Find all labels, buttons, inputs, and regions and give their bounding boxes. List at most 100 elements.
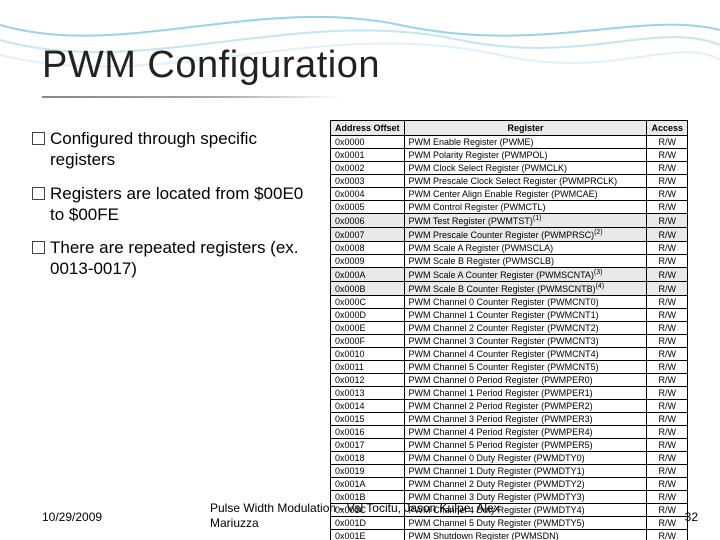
table-row: 0x001EPWM Shutdown Register (PWMSDN)R/W [331, 530, 688, 540]
table-row: 0x0015PWM Channel 3 Period Register (PWM… [331, 413, 688, 426]
bullet-item: Registers are located from $00E0 to $00F… [32, 183, 322, 226]
cell-access: R/W [647, 282, 688, 296]
table-row: 0x0008PWM Scale A Register (PWMSCLA)R/W [331, 242, 688, 255]
cell-address: 0x0007 [331, 228, 405, 242]
cell-address: 0x0003 [331, 175, 405, 188]
cell-register: PWM Enable Register (PWME) [404, 136, 647, 149]
table-row: 0x0018PWM Channel 0 Duty Register (PWMDT… [331, 452, 688, 465]
cell-access: R/W [647, 426, 688, 439]
cell-address: 0x0014 [331, 400, 405, 413]
cell-address: 0x0008 [331, 242, 405, 255]
slide-number: 32 [685, 510, 698, 524]
table-row: 0x0012PWM Channel 0 Period Register (PWM… [331, 374, 688, 387]
cell-access: R/W [647, 175, 688, 188]
cell-access: R/W [647, 504, 688, 517]
cell-address: 0x0009 [331, 255, 405, 268]
cell-address: 0x0004 [331, 188, 405, 201]
cell-address: 0x0001 [331, 149, 405, 162]
table-row: 0x0013PWM Channel 1 Period Register (PWM… [331, 387, 688, 400]
cell-register: PWM Scale A Register (PWMSCLA) [404, 242, 647, 255]
col-header-address: Address Offset [331, 121, 405, 136]
table-row: 0x000DPWM Channel 1 Counter Register (PW… [331, 309, 688, 322]
table-row: 0x0014PWM Channel 2 Period Register (PWM… [331, 400, 688, 413]
cell-access: R/W [647, 136, 688, 149]
cell-access: R/W [647, 296, 688, 309]
cell-access: R/W [647, 255, 688, 268]
footer-date: 10/29/2009 [42, 510, 102, 524]
cell-register: PWM Channel 0 Duty Register (PWMDTY0) [404, 452, 647, 465]
table-row: 0x0003PWM Prescale Clock Select Register… [331, 175, 688, 188]
cell-register: PWM Channel 1 Counter Register (PWMCNT1) [404, 309, 647, 322]
cell-access: R/W [647, 478, 688, 491]
cell-address: 0x0016 [331, 426, 405, 439]
table-row: 0x0006PWM Test Register (PWMTST)(1)R/W [331, 214, 688, 228]
cell-access: R/W [647, 400, 688, 413]
cell-address: 0x0000 [331, 136, 405, 149]
cell-access: R/W [647, 162, 688, 175]
cell-access: R/W [647, 149, 688, 162]
cell-access: R/W [647, 322, 688, 335]
table-row: 0x001APWM Channel 2 Duty Register (PWMDT… [331, 478, 688, 491]
table-row: 0x0005PWM Control Register (PWMCTL)R/W [331, 201, 688, 214]
cell-access: R/W [647, 530, 688, 540]
table-row: 0x0016PWM Channel 4 Period Register (PWM… [331, 426, 688, 439]
cell-register: PWM Center Align Enable Register (PWMCAE… [404, 188, 647, 201]
cell-register: PWM Channel 0 Period Register (PWMPER0) [404, 374, 647, 387]
table-row: 0x0000PWM Enable Register (PWME)R/W [331, 136, 688, 149]
title-underline [42, 96, 342, 98]
cell-register: PWM Clock Select Register (PWMCLK) [404, 162, 647, 175]
cell-address: 0x0006 [331, 214, 405, 228]
cell-address: 0x0011 [331, 361, 405, 374]
bullet-item: There are repeated registers (ex. 0013-0… [32, 237, 322, 280]
cell-address: 0x001E [331, 530, 405, 540]
cell-access: R/W [647, 374, 688, 387]
cell-register: PWM Prescale Clock Select Register (PWMP… [404, 175, 647, 188]
cell-address: 0x0010 [331, 348, 405, 361]
cell-register: PWM Channel 4 Period Register (PWMPER4) [404, 426, 647, 439]
table-row: 0x000APWM Scale A Counter Register (PWMS… [331, 268, 688, 282]
cell-register: PWM Channel 2 Duty Register (PWMDTY2) [404, 478, 647, 491]
cell-address: 0x0017 [331, 439, 405, 452]
cell-register: PWM Channel 4 Counter Register (PWMCNT4) [404, 348, 647, 361]
table-row: 0x0011PWM Channel 5 Counter Register (PW… [331, 361, 688, 374]
cell-register: PWM Control Register (PWMCTL) [404, 201, 647, 214]
cell-access: R/W [647, 214, 688, 228]
cell-register: PWM Scale B Register (PWMSCLB) [404, 255, 647, 268]
cell-access: R/W [647, 201, 688, 214]
table-row: 0x0009PWM Scale B Register (PWMSCLB)R/W [331, 255, 688, 268]
cell-access: R/W [647, 452, 688, 465]
cell-address: 0x0019 [331, 465, 405, 478]
cell-access: R/W [647, 242, 688, 255]
cell-access: R/W [647, 465, 688, 478]
cell-register: PWM Prescale Counter Register (PWMPRSC)(… [404, 228, 647, 242]
cell-access: R/W [647, 335, 688, 348]
cell-address: 0x000A [331, 268, 405, 282]
table-row: 0x0010PWM Channel 4 Counter Register (PW… [331, 348, 688, 361]
cell-access: R/W [647, 348, 688, 361]
cell-address: 0x0002 [331, 162, 405, 175]
cell-address: 0x0005 [331, 201, 405, 214]
cell-address: 0x000C [331, 296, 405, 309]
cell-register: PWM Channel 2 Counter Register (PWMCNT2) [404, 322, 647, 335]
slide-title: PWM Configuration [42, 44, 380, 87]
register-table: Address Offset Register Access 0x0000PWM… [330, 120, 688, 540]
cell-access: R/W [647, 228, 688, 242]
cell-access: R/W [647, 439, 688, 452]
table-row: 0x0017PWM Channel 5 Period Register (PWM… [331, 439, 688, 452]
cell-access: R/W [647, 268, 688, 282]
cell-access: R/W [647, 309, 688, 322]
col-header-access: Access [647, 121, 688, 136]
col-header-register: Register [404, 121, 647, 136]
cell-register: PWM Test Register (PWMTST)(1) [404, 214, 647, 228]
cell-address: 0x0015 [331, 413, 405, 426]
footer-authors: Pulse Width Modulation - Val Tocitu, Jas… [210, 501, 510, 530]
cell-access: R/W [647, 517, 688, 530]
cell-address: 0x000F [331, 335, 405, 348]
cell-access: R/W [647, 387, 688, 400]
cell-register: PWM Channel 3 Period Register (PWMPER3) [404, 413, 647, 426]
register-table-wrap: Address Offset Register Access 0x0000PWM… [330, 120, 688, 540]
cell-register: PWM Scale B Counter Register (PWMSCNTB)(… [404, 282, 647, 296]
cell-register: PWM Channel 1 Duty Register (PWMDTY1) [404, 465, 647, 478]
cell-access: R/W [647, 413, 688, 426]
cell-register: PWM Scale A Counter Register (PWMSCNTA)(… [404, 268, 647, 282]
